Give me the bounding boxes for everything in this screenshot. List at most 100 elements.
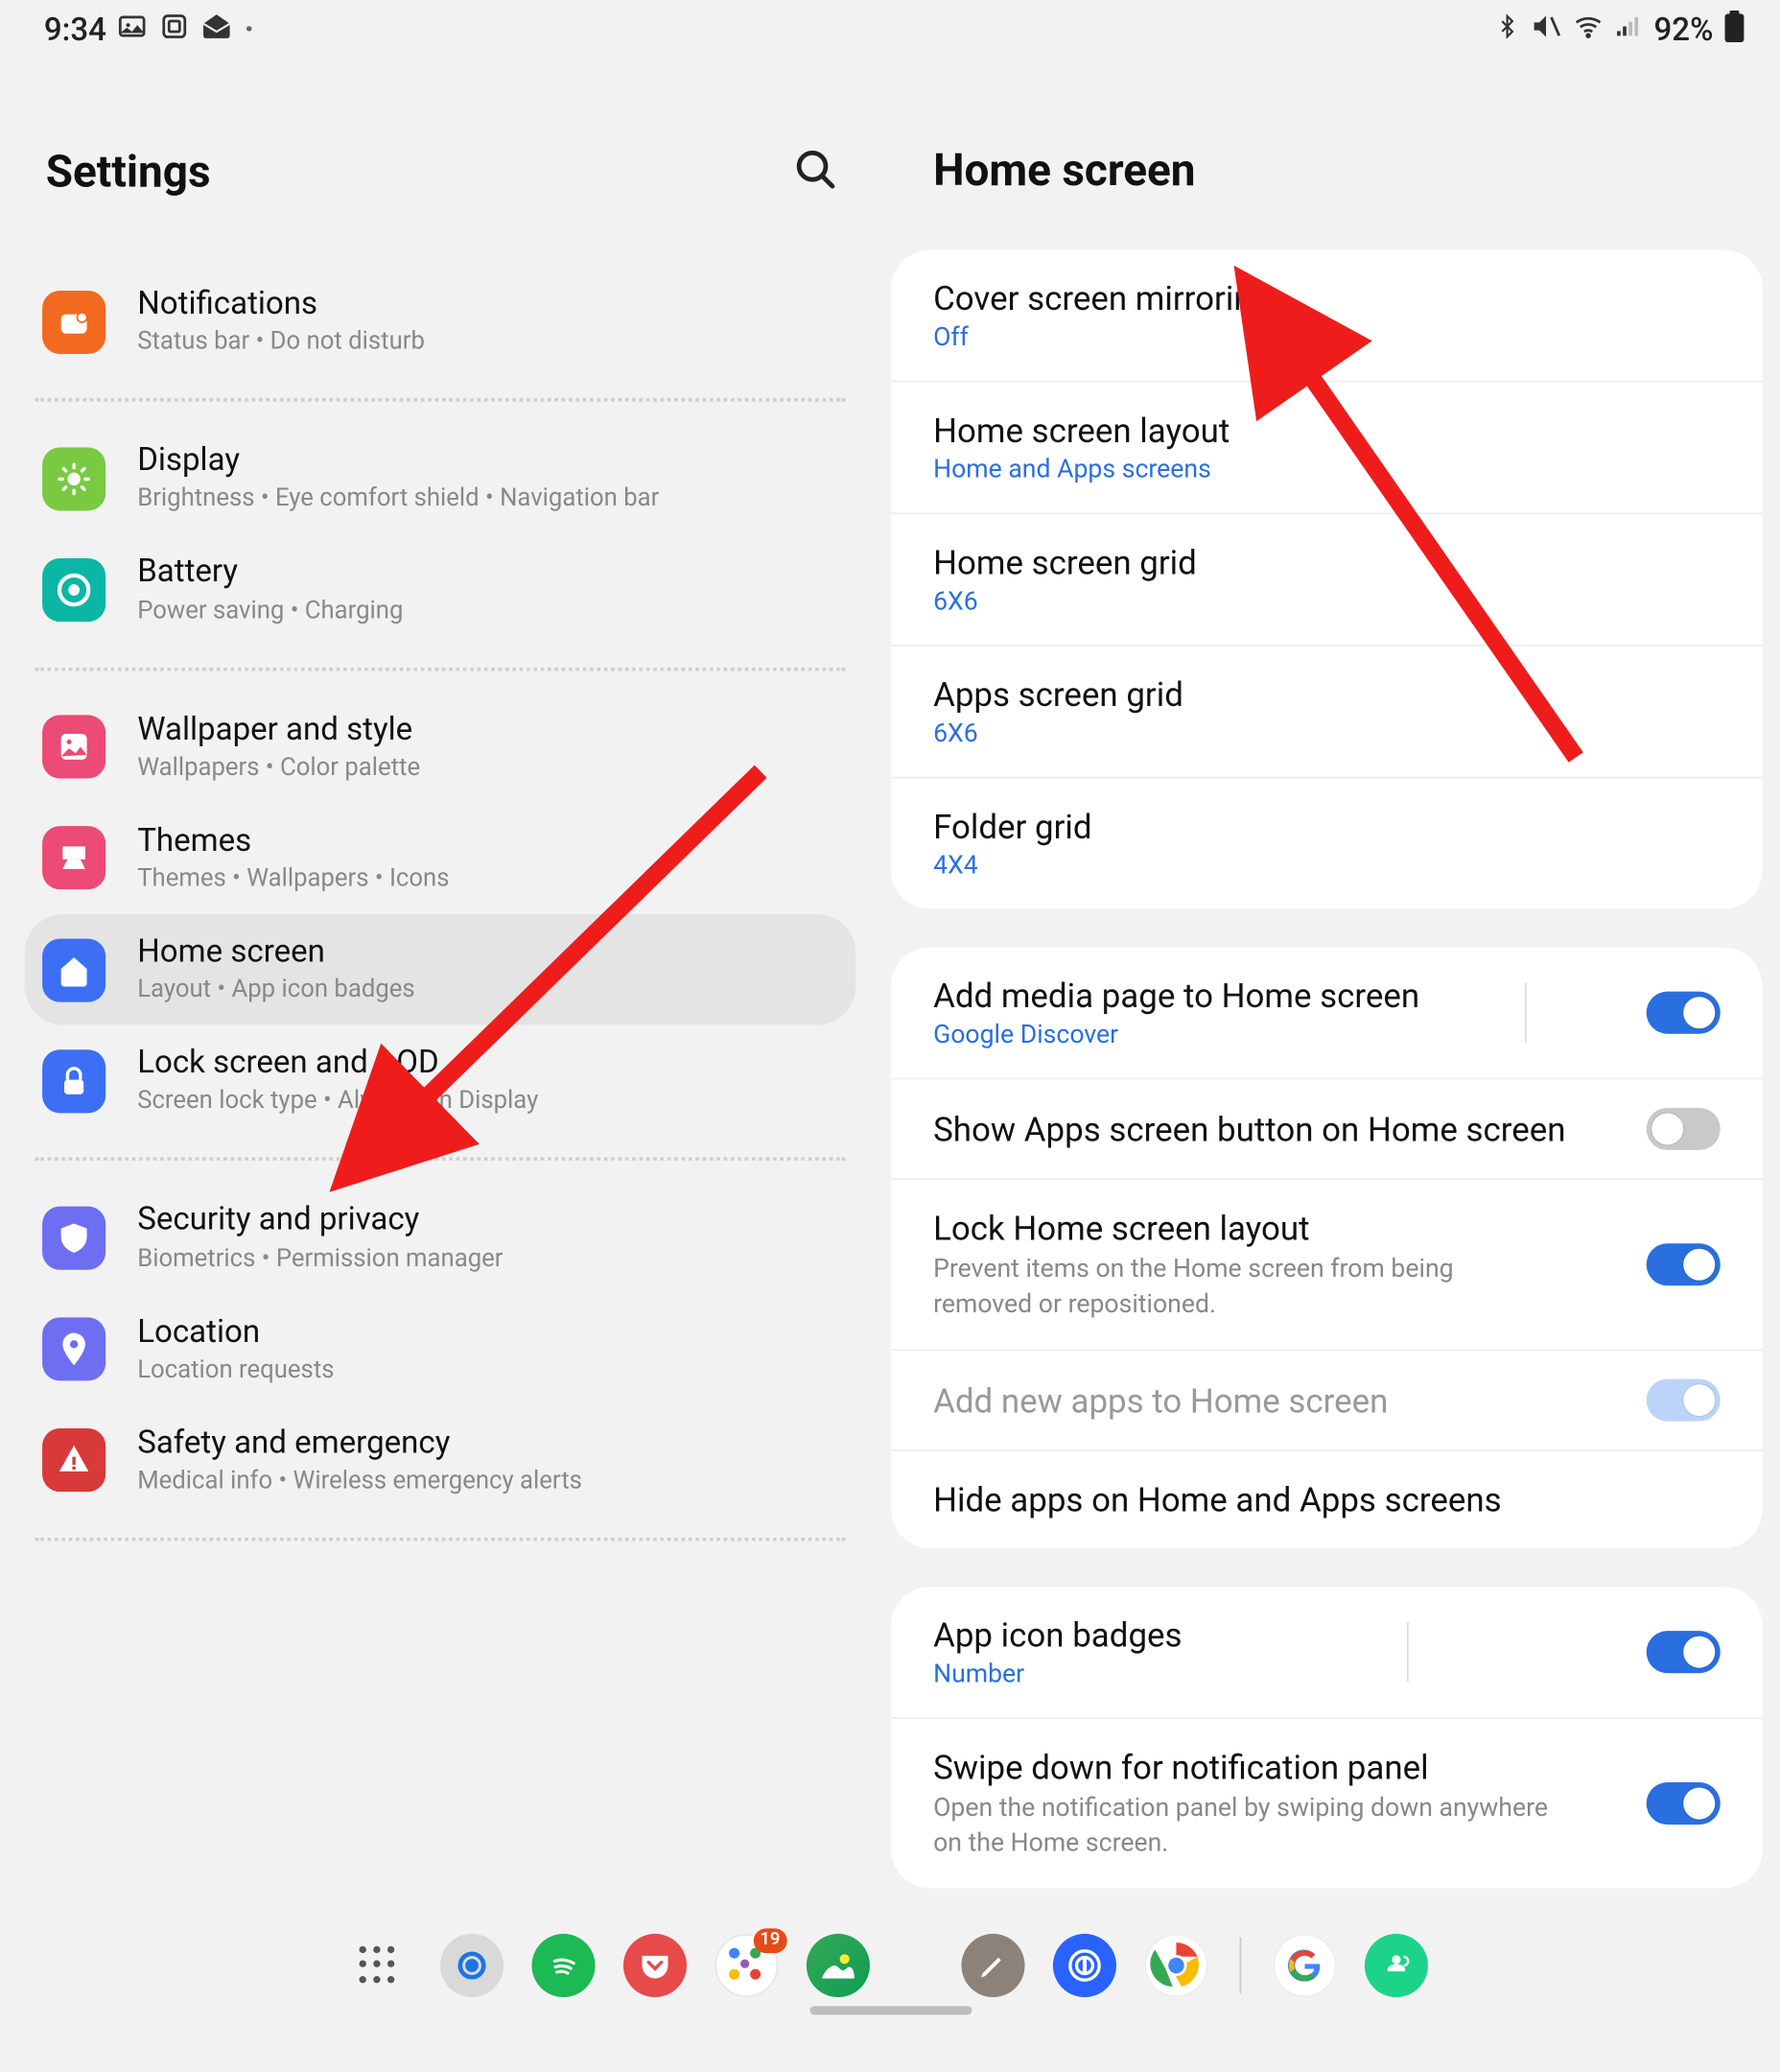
setting-row[interactable]: Cover screen mirroringOff	[891, 250, 1763, 381]
sidebar-item-sub: Power saving • Charging	[137, 595, 403, 628]
taskbar-app-target[interactable]	[440, 1934, 504, 1997]
battery-icon	[1723, 11, 1745, 51]
taskbar-app-cluster[interactable]: 19	[714, 1934, 778, 1997]
sidebar-item-location[interactable]: Location Location requests	[25, 1294, 856, 1405]
section-divider	[35, 398, 846, 402]
taskbar-divider	[1240, 1938, 1242, 1994]
setting-row[interactable]: Add new apps to Home screen	[891, 1350, 1763, 1450]
taskbar-app-spotify[interactable]	[531, 1934, 595, 1997]
sidebar-item-battery[interactable]: Battery Power saving • Charging	[25, 534, 856, 646]
sidebar-item-label: Display	[137, 440, 659, 483]
taskbar-app-onepass[interactable]	[1053, 1934, 1116, 1997]
taskbar-app-pocket[interactable]	[623, 1934, 687, 1997]
toggle-switch[interactable]	[1647, 992, 1721, 1034]
battery-percent: 92%	[1654, 12, 1714, 50]
sidebar-item-lock[interactable]: Lock screen and AOD Screen lock type • A…	[25, 1025, 856, 1137]
detail-title: Home screen	[891, 69, 1763, 250]
sidebar-item-label: Lock screen and AOD	[137, 1043, 538, 1086]
row-value: 6X6	[933, 586, 1721, 616]
setting-row[interactable]: Home screen layout Home and Apps screens	[891, 381, 1763, 513]
row-title: Swipe down for notification panel	[933, 1748, 1550, 1788]
setting-row[interactable]: Folder grid 4X4	[891, 777, 1763, 909]
sidebar-item-display[interactable]: Display Brightness • Eye comfort shield …	[25, 423, 856, 534]
sidebar-item-label: Location	[137, 1311, 334, 1354]
setting-row[interactable]: App icon badgesNumber	[891, 1587, 1763, 1717]
setting-row[interactable]: Lock Home screen layoutPrevent items on …	[891, 1178, 1763, 1349]
row-title: Hide apps on Home and Apps screens	[933, 1479, 1721, 1519]
row-value: 4X4	[933, 851, 1721, 881]
row-value: Home and Apps screens	[933, 455, 1721, 484]
sidebar-item-sub: Layout • App icon badges	[137, 975, 414, 1008]
row-title: Show Apps screen button on Home screen	[933, 1109, 1565, 1149]
display-icon	[42, 447, 105, 510]
sidebar-item-sub: Medical info • Wireless emergency alerts	[137, 1466, 582, 1499]
sidebar-item-security[interactable]: Security and privacy Biometrics • Permis…	[25, 1183, 856, 1294]
sidebar-item-label: Security and privacy	[137, 1200, 503, 1243]
row-title: Folder grid	[933, 807, 1721, 847]
sidebar-item-label: Battery	[137, 552, 403, 595]
status-mail-icon	[201, 11, 233, 51]
sidebar-item-sub: Wallpapers • Color palette	[137, 752, 420, 786]
sidebar-item-wallpaper[interactable]: Wallpaper and style Wallpapers • Color p…	[25, 692, 856, 803]
sidebar-item-home[interactable]: Home screen Layout • App icon badges	[25, 914, 856, 1025]
row-title: Home screen layout	[933, 411, 1721, 451]
setting-row[interactable]: Show Apps screen button on Home screen	[891, 1078, 1763, 1179]
sidebar-item-sub: Location requests	[137, 1354, 334, 1388]
lock-icon	[42, 1049, 105, 1113]
setting-row[interactable]: Swipe down for notification panelOpen th…	[891, 1717, 1763, 1888]
setting-row[interactable]: Home screen grid6X6	[891, 512, 1763, 645]
security-icon	[42, 1206, 105, 1269]
toggle-switch[interactable]	[1647, 1243, 1721, 1285]
toggle-switch[interactable]	[1647, 1108, 1721, 1150]
wifi-icon	[1573, 11, 1604, 51]
row-sub: Prevent items on the Home screen from be…	[933, 1252, 1550, 1321]
mute-icon	[1531, 11, 1562, 51]
themes-icon	[42, 827, 105, 890]
row-value: Google Discover	[933, 1020, 1419, 1049]
battery-icon	[42, 558, 105, 622]
status-right: 92%	[1495, 11, 1745, 51]
notifications-icon	[42, 290, 105, 353]
page-title-row: Settings	[25, 69, 856, 267]
setting-row[interactable]: Apps screen grid6X6	[891, 645, 1763, 777]
toggle-switch[interactable]	[1647, 1379, 1721, 1422]
sidebar-item-label: Themes	[137, 820, 449, 863]
sidebar-item-sub: Screen lock type • Always On Display	[137, 1086, 538, 1119]
toggle-switch[interactable]	[1647, 1631, 1721, 1673]
settings-card: Cover screen mirroringOffHome screen lay…	[891, 250, 1763, 909]
toggle-switch[interactable]	[1647, 1782, 1721, 1825]
status-screenshot-icon	[159, 11, 191, 51]
settings-card: Add media page to Home screen Google Disc…	[891, 948, 1763, 1548]
sidebar-item-themes[interactable]: Themes Themes • Wallpapers • Icons	[25, 803, 856, 914]
sidebar-item-notifications[interactable]: Notifications Status bar • Do not distur…	[25, 266, 856, 377]
settings-card: App icon badgesNumberSwipe down for noti…	[891, 1587, 1763, 1888]
bluetooth-icon	[1495, 11, 1520, 51]
status-left: 9:34 ·	[44, 11, 255, 51]
taskbar-app-chrome[interactable]	[1144, 1934, 1207, 1997]
taskbar-badge: 19	[753, 1928, 787, 1953]
detail-pane: Home screen Cover screen mirroringOffHom…	[874, 51, 1780, 1927]
taskbar-app-google[interactable]	[1273, 1934, 1336, 1997]
row-title: Apps screen grid	[933, 674, 1721, 715]
search-icon[interactable]	[792, 146, 838, 199]
status-bar: 9:34 · 92%	[0, 0, 1780, 51]
app-drawer-icon[interactable]	[352, 1936, 411, 1995]
sidebar-item-safety[interactable]: Safety and emergency Medical info • Wire…	[25, 1405, 856, 1517]
location-icon	[42, 1318, 105, 1381]
home-indicator[interactable]	[809, 2006, 972, 2014]
row-title: Add media page to Home screen	[933, 976, 1419, 1016]
row-sub: Open the notification panel by swiping d…	[933, 1791, 1550, 1860]
sidebar-item-sub: Brightness • Eye comfort shield • Naviga…	[137, 483, 659, 517]
signal-icon	[1615, 12, 1643, 50]
toggle-separator	[1525, 982, 1527, 1042]
taskbar-app-share[interactable]	[1365, 1934, 1428, 1997]
section-divider	[35, 1538, 846, 1542]
taskbar-app-pencil[interactable]	[961, 1934, 1024, 1997]
setting-row[interactable]: Hide apps on Home and Apps screens	[891, 1449, 1763, 1548]
setting-row[interactable]: Add media page to Home screen Google Disc…	[891, 948, 1763, 1078]
sidebar-item-label: Notifications	[137, 284, 425, 327]
safety-icon	[42, 1429, 105, 1493]
sidebar-item-sub: Themes • Wallpapers • Icons	[137, 863, 449, 897]
settings-sidebar: Settings Notifications Status bar • Do n…	[0, 51, 874, 1927]
taskbar-app-gallery[interactable]	[807, 1934, 870, 1997]
